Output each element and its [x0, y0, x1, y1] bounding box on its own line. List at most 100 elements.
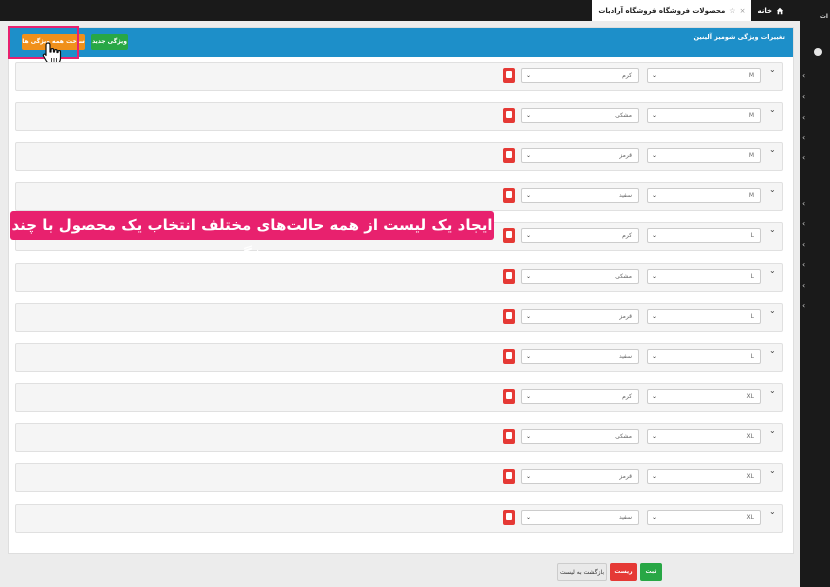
size-select[interactable]: ⌄ M [647, 188, 761, 203]
chevron-down-icon: ⌄ [652, 473, 658, 480]
chevron-down-icon: ⌄ [652, 273, 658, 280]
star-icon[interactable]: ☆ [729, 7, 735, 15]
color-select[interactable]: ⌄ قرمز [521, 469, 639, 484]
variant-row: ⌄ M ⌄ کرم ⌄ [15, 62, 783, 91]
delete-row-button[interactable] [503, 469, 515, 484]
chevron-down-icon: ⌄ [652, 313, 658, 320]
size-select[interactable]: ⌄ L [647, 349, 761, 364]
chevron-down-icon: ⌄ [652, 112, 658, 119]
right-sidebar: ‹ ‹ ‹ ‹ ‹ ‹ ‹ ‹ ‹ ‹ ‹ [800, 21, 830, 587]
chevron-down-icon: ⌄ [652, 152, 658, 159]
home-icon [776, 7, 784, 14]
chevron-down-icon: ⌄ [526, 514, 532, 521]
chevron-down-icon: ⌄ [652, 192, 658, 199]
sidebar-item[interactable]: ‹ [800, 238, 830, 252]
color-select[interactable]: ⌄ مشکی [521, 108, 639, 123]
delete-row-button[interactable] [503, 269, 515, 284]
size-select[interactable]: ⌄ XL [647, 510, 761, 525]
chevron-down-icon: ⌄ [526, 433, 532, 440]
sidebar-item[interactable]: ‹ [800, 217, 830, 231]
chevron-down-icon[interactable]: ⌄ [769, 65, 776, 74]
color-select[interactable]: ⌄ سفید [521, 349, 639, 364]
user-icon[interactable] [814, 48, 822, 56]
panel-header: تغییرات ویژگی شومیز آلینین ویژگی جدید سا… [9, 28, 793, 57]
chevron-down-icon: ⌄ [526, 353, 532, 360]
color-select[interactable]: ⌄ قرمز [521, 148, 639, 163]
reset-button[interactable]: ریست [610, 563, 637, 581]
chevron-down-icon[interactable]: ⌄ [769, 225, 776, 234]
color-select[interactable]: ⌄ کرم [521, 228, 639, 243]
delete-row-button[interactable] [503, 108, 515, 123]
delete-row-button[interactable] [503, 148, 515, 163]
chevron-down-icon[interactable]: ⌄ [769, 426, 776, 435]
sidebar-item[interactable]: ‹ [800, 197, 830, 211]
size-select[interactable]: ⌄ XL [647, 389, 761, 404]
chevron-down-icon[interactable]: ⌄ [769, 145, 776, 154]
color-select[interactable]: ⌄ قرمز [521, 309, 639, 324]
size-select[interactable]: ⌄ XL [647, 469, 761, 484]
size-select[interactable]: ⌄ L [647, 309, 761, 324]
tab-strip: خانه × ☆ محصولات فروشگاه فروشگاه آرادبات [592, 0, 790, 21]
sidebar-item[interactable]: ‹ [800, 299, 830, 313]
sidebar-item[interactable]: ‹ [800, 279, 830, 293]
delete-row-button[interactable] [503, 188, 515, 203]
sidebar-item[interactable]: ‹ [800, 111, 830, 125]
panel-title: تغییرات ویژگی شومیز آلینین [693, 33, 785, 41]
sidebar-item[interactable]: ‹ [800, 131, 830, 145]
chevron-down-icon: ⌄ [526, 273, 532, 280]
submit-button[interactable]: ثبت [640, 563, 662, 581]
chevron-down-icon: ⌄ [526, 112, 532, 119]
chevron-down-icon[interactable]: ⌄ [769, 346, 776, 355]
chevron-down-icon[interactable]: ⌄ [769, 105, 776, 114]
color-select[interactable]: ⌄ سفید [521, 188, 639, 203]
delete-row-button[interactable] [503, 68, 515, 83]
size-select[interactable]: ⌄ M [647, 148, 761, 163]
color-select[interactable]: ⌄ کرم [521, 389, 639, 404]
size-select[interactable]: ⌄ L [647, 228, 761, 243]
sidebar-item[interactable]: ‹ [800, 258, 830, 272]
chevron-down-icon: ⌄ [652, 433, 658, 440]
back-to-list-button[interactable]: بازگشت به لیست [557, 563, 607, 581]
tab-home[interactable]: خانه [751, 0, 790, 21]
size-select[interactable]: ⌄ M [647, 68, 761, 83]
chevron-down-icon: ⌄ [526, 473, 532, 480]
chevron-down-icon: ⌄ [526, 393, 532, 400]
chevron-down-icon[interactable]: ⌄ [769, 306, 776, 315]
tab-home-label: خانه [757, 6, 772, 15]
tab-products[interactable]: × ☆ محصولات فروشگاه فروشگاه آرادبات [592, 0, 752, 21]
tab-products-label: محصولات فروشگاه فروشگاه آرادبات [598, 6, 726, 15]
close-icon[interactable]: × [740, 7, 746, 15]
delete-row-button[interactable] [503, 349, 515, 364]
variant-row: ⌄ XL ⌄ قرمز ⌄ [15, 463, 783, 492]
chevron-down-icon[interactable]: ⌄ [769, 466, 776, 475]
variant-row: ⌄ XL ⌄ مشکی ⌄ [15, 423, 783, 452]
delete-row-button[interactable] [503, 228, 515, 243]
sidebar-item[interactable]: ‹ [800, 69, 830, 83]
color-select[interactable]: ⌄ مشکی [521, 429, 639, 444]
sidebar-item[interactable]: ‹ [800, 151, 830, 165]
sidebar-item[interactable]: ‹ [800, 90, 830, 104]
variant-row: ⌄ M ⌄ مشکی ⌄ [15, 102, 783, 131]
size-select[interactable]: ⌄ XL [647, 429, 761, 444]
size-select[interactable]: ⌄ M [647, 108, 761, 123]
chevron-down-icon: ⌄ [652, 353, 658, 360]
delete-row-button[interactable] [503, 389, 515, 404]
size-select[interactable]: ⌄ L [647, 269, 761, 284]
variant-row: ⌄ M ⌄ سفید ⌄ [15, 182, 783, 211]
chevron-down-icon: ⌄ [526, 313, 532, 320]
chevron-down-icon[interactable]: ⌄ [769, 386, 776, 395]
chevron-down-icon: ⌄ [526, 152, 532, 159]
variant-row: ⌄ L ⌄ سفید ⌄ [15, 343, 783, 372]
color-select[interactable]: ⌄ کرم [521, 68, 639, 83]
delete-row-button[interactable] [503, 429, 515, 444]
chevron-down-icon[interactable]: ⌄ [769, 185, 776, 194]
delete-row-button[interactable] [503, 309, 515, 324]
color-select[interactable]: ⌄ مشکی [521, 269, 639, 284]
chevron-down-icon[interactable]: ⌄ [769, 507, 776, 516]
caption-banner: ایجاد یک لیست از همه حالت‌های مختلف انتخ… [10, 211, 494, 263]
chevron-down-icon[interactable]: ⌄ [769, 266, 776, 275]
color-select[interactable]: ⌄ سفید [521, 510, 639, 525]
new-variant-button[interactable]: ویژگی جدید [91, 34, 128, 50]
delete-row-button[interactable] [503, 510, 515, 525]
variant-row: ⌄ M ⌄ قرمز ⌄ [15, 142, 783, 171]
